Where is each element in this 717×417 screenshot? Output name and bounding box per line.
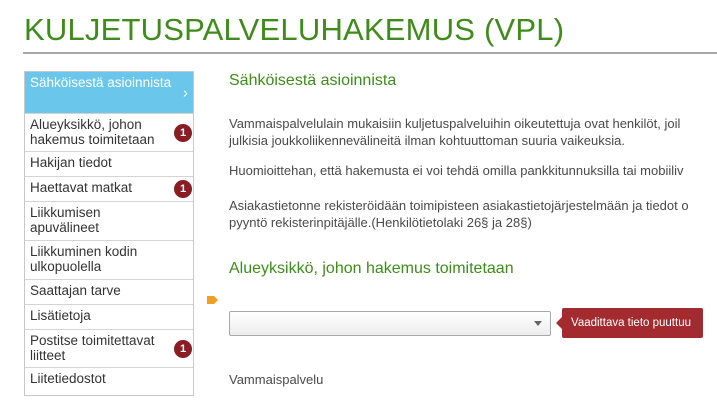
- validation-error-tooltip: Vaadittava tieto puuttuu: [556, 308, 703, 338]
- application-page: KULJETUSPALVELUHAKEMUS (VPL) Sähköisestä…: [0, 0, 717, 417]
- privacy-paragraph-line: pyyntö rekisterinpitäjälle.(Henkilötieto…: [229, 215, 532, 230]
- error-count-badge: 1: [174, 123, 192, 142]
- sidebar-item-hakijan-tiedot[interactable]: Hakijan tiedot: [25, 152, 193, 177]
- sidebar-item-label: Liikkumisen apuvälineet: [30, 205, 101, 235]
- sidebar-item-label: Postitse toimitettavat liitteet: [30, 333, 155, 363]
- title-divider: [23, 52, 717, 54]
- chevron-right-icon: ›: [183, 84, 188, 101]
- privacy-paragraph-line: Asiakastietonne rekisteröidään toimipist…: [229, 198, 689, 213]
- sidebar-item-postitse-toimitettavat-liitteet[interactable]: Postitse toimitettavat liitteet 1: [25, 330, 193, 368]
- sidebar-item-label: Haettavat matkat: [30, 180, 133, 195]
- intro-paragraph-line: julkisia joukkoliikennevälineitä ilman k…: [229, 133, 625, 148]
- sidebar-item-label: Saattajan tarve: [30, 283, 121, 298]
- intro-paragraph-line: Vammaispalvelulain mukaisiin kuljetuspal…: [229, 116, 681, 131]
- notice-paragraph: Huomioittehan, että hakemusta ei voi teh…: [229, 163, 684, 178]
- sidebar-item-liitetiedostot[interactable]: Liitetiedostot: [25, 368, 193, 395]
- error-count-badge: 1: [174, 339, 192, 358]
- sidebar-item-label: Liitetiedostot: [30, 371, 106, 386]
- section-title-sahkoisesta-asioinnista: Sähköisestä asioinnista: [229, 72, 397, 89]
- sidebar-item-label: Sähköisestä asioinnista: [30, 75, 172, 90]
- page-title: KULJETUSPALVELUHAKEMUS (VPL): [24, 12, 565, 47]
- error-count-badge: 1: [174, 180, 192, 198]
- sidebar-item-label: Liikkuminen kodin ulkopuolella: [30, 244, 138, 274]
- sidebar-item-alueyksikko[interactable]: Alueyksikkö, johon hakemus toimitetaan 1: [25, 114, 193, 152]
- alueyksikko-select[interactable]: [229, 311, 551, 336]
- sidebar-item-lisatietoja[interactable]: Lisätietoja: [25, 305, 193, 330]
- required-marker-icon: [207, 296, 218, 304]
- sidebar-item-liikkumisen-apuvalineet[interactable]: Liikkumisen apuvälineet: [25, 202, 193, 241]
- sidebar-item-liikkuminen-kodin-ulkopuolella[interactable]: Liikkuminen kodin ulkopuolella: [25, 241, 193, 280]
- sidebar-nav: Sähköisestä asioinnista › Alueyksikkö, j…: [24, 71, 194, 396]
- chevron-down-icon: [534, 321, 542, 326]
- sidebar-item-sahkoisesta-asioinnista[interactable]: Sähköisestä asioinnista ›: [25, 72, 193, 114]
- sidebar-item-saattajan-tarve[interactable]: Saattajan tarve: [25, 280, 193, 305]
- sidebar-item-haettavat-matkat[interactable]: Haettavat matkat 1: [25, 177, 193, 202]
- section-title-alueyksikko: Alueyksikkö, johon hakemus toimitetaan: [229, 260, 514, 277]
- sidebar-item-label: Hakijan tiedot: [30, 155, 112, 170]
- field-label-vammaispalvelu: Vammaispalvelu: [229, 372, 324, 387]
- sidebar-item-label: Alueyksikkö, johon hakemus toimitetaan: [30, 117, 155, 147]
- sidebar-item-label: Lisätietoja: [30, 308, 91, 323]
